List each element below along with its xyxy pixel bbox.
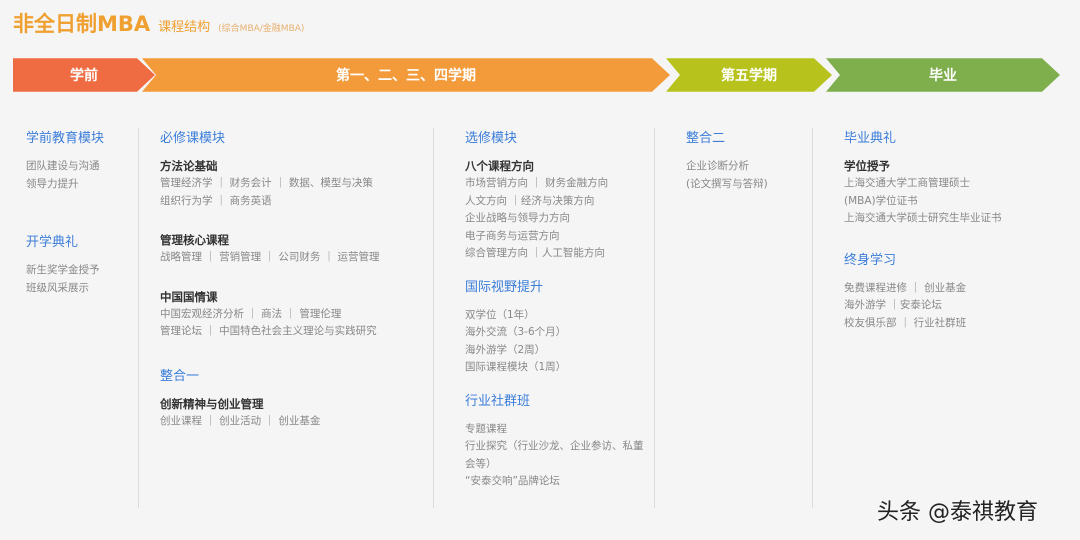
item: 国际课程模块（1周） [465,361,567,373]
item: 人文方向 ｜经济与决策方向 [465,194,595,207]
item: 电子商务与运营方向 [465,229,560,242]
item: 专题课程 [465,422,507,435]
item: 校友俱乐部 ｜ 行业社群班 [844,316,967,329]
divider [138,128,139,508]
item: 班级风采展示 [26,281,89,294]
stage-pre: 学前 [13,55,155,95]
item: 企业诊断分析 [686,160,749,172]
item: 双学位（1年） [465,308,535,321]
stage-label: 毕业 [929,68,957,84]
section-heading: 终身学习 [844,252,897,268]
divider [433,128,434,508]
column-graduation: 毕业典礼 学位授予 上海交通大学工商管理硕士 (MBA)学位证书 上海交通大学硕… [844,130,1002,332]
item: 战略管理 ｜ 营销管理 ｜ 公司财务 ｜ 运营管理 [160,251,380,263]
divider [812,128,813,508]
item: 领导力提升 [26,177,79,190]
item: 组织行为学 ｜ 商务英语 [160,194,272,207]
column-required: 必修课模块 方法论基础 管理经济学 ｜ 财务会计 ｜ 数据、模型与决策 组织行为… [160,130,380,430]
group-title: 中国国情课 [160,289,218,304]
page-title: 非全日制MBA 课程结构 (综合MBA/金融MBA) [13,8,304,38]
item: 市场营销方向 ｜ 财务金融方向 [465,177,609,189]
section-heading: 选修模块 [465,131,518,146]
item: 上海交通大学工商管理硕士 [844,177,970,189]
section-heading: 必修课模块 [160,131,226,146]
item: 综合管理方向 ｜人工智能方向 [465,247,605,259]
item: 海外游学 ｜安泰论坛 [844,299,942,311]
stage-label: 第一、二、三、四学期 [336,68,476,84]
section-heading: 整合一 [160,368,200,384]
divider [654,128,655,508]
section-heading: 学前教育模块 [26,131,105,146]
section-heading: 开学典礼 [26,235,79,250]
stage-graduation: 毕业 [826,55,1060,95]
timeline: 学前 第一、二、三、四学期 第五学期 毕业 [0,55,1080,95]
item: 中国宏观经济分析 ｜ 商法 ｜ 管理伦理 [160,307,342,320]
section-heading: 整合二 [686,131,726,146]
item: 管理论坛 ｜ 中国特色社会主义理论与实践研究 [160,325,377,337]
group-title: 管理核心课程 [160,233,229,247]
title-sub: 课程结构 [158,20,211,35]
item: 新生奖学金授予 [26,264,100,276]
item: 行业探究（行业沙龙、企业参访、私董 [465,440,644,452]
watermark: 头条 @泰祺教育 [877,500,1038,525]
group-title: 创新精神与创业管理 [160,396,264,411]
section-heading: 行业社群班 [465,393,531,409]
column-elective: 选修模块 八个课程方向 市场营销方向 ｜ 财务金融方向 人文方向 ｜经济与决策方… [465,130,644,491]
stage-label: 学前 [70,68,98,84]
stage-label: 第五学期 [721,68,777,84]
column-fifth: 整合二 企业诊断分析 (论文撰写与答辩) [686,130,768,193]
item: 海外游学（2周） [465,343,546,356]
item: 上海交通大学硕士研究生毕业证书 [844,212,1002,224]
item: 创业课程 ｜ 创业活动 ｜ 创业基金 [160,414,321,427]
item: “安泰交响”品牌论坛 [465,475,560,487]
item: 免费课程进修 ｜ 创业基金 [844,281,967,294]
group-title: 八个课程方向 [465,159,534,173]
title-note: (综合MBA/金融MBA) [218,24,305,34]
item: 企业战略与领导力方向 [465,212,570,224]
item: 管理经济学 ｜ 财务会计 ｜ 数据、模型与决策 [160,177,373,189]
column-pre: 学前教育模块 团队建设与沟通 领导力提升 开学典礼 新生奖学金授予 班级风采展示 [26,130,104,297]
item: 海外交流（3-6个月） [465,326,567,338]
item: 会等） [465,457,497,470]
section-heading: 国际视野提升 [465,279,544,295]
section-heading: 毕业典礼 [844,131,897,146]
title-main: 非全日制MBA [13,12,151,36]
stage-semesters: 第一、二、三、四学期 [142,55,670,95]
item: (论文撰写与答辩) [686,177,768,190]
group-title: 学位授予 [844,159,890,173]
group-title: 方法论基础 [160,159,218,173]
stage-fifth: 第五学期 [666,55,832,95]
item: (MBA)学位证书 [844,194,918,207]
item: 团队建设与沟通 [26,160,100,172]
